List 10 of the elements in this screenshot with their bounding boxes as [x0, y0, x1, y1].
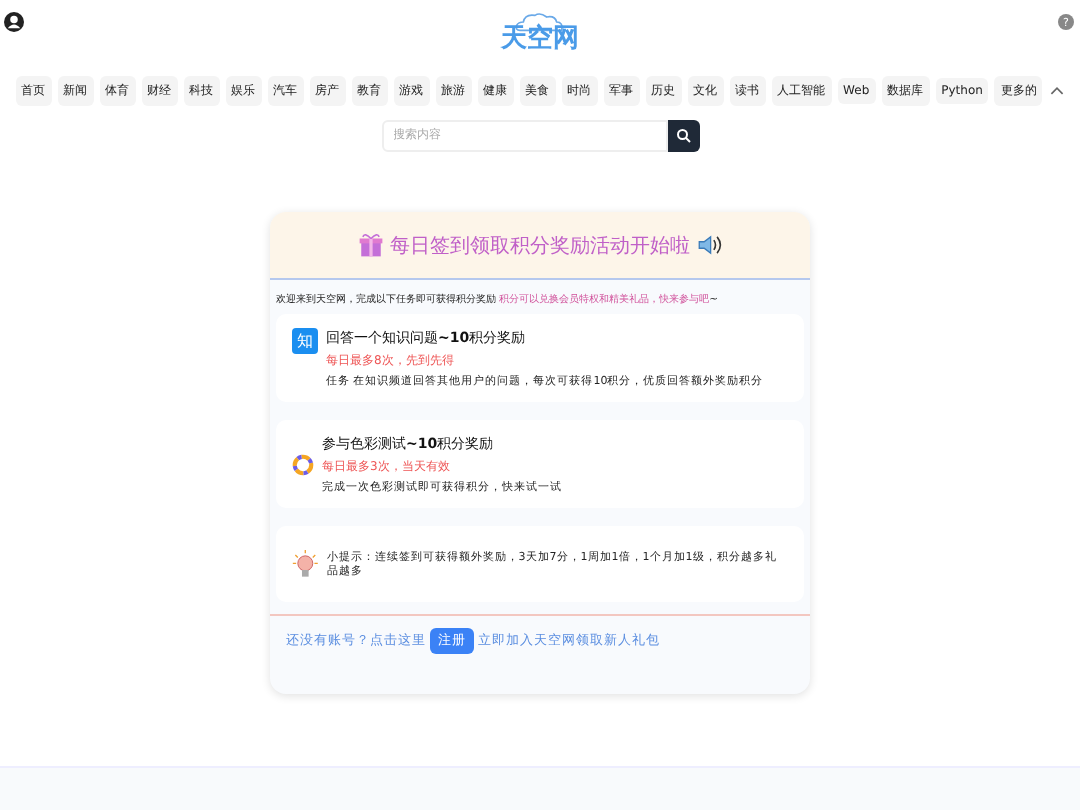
gift-icon — [358, 232, 384, 258]
card-title: 每日签到领取积分奖励活动开始啦 — [390, 233, 690, 259]
color-wheel-icon — [292, 453, 314, 475]
speaker-icon[interactable] — [696, 232, 722, 258]
user-avatar-icon[interactable] — [4, 12, 24, 32]
lightbulb-icon — [292, 547, 319, 581]
zhi-icon: 知 — [292, 328, 318, 354]
search-icon — [675, 128, 691, 144]
search-button[interactable] — [667, 120, 699, 152]
collapse-caret-icon[interactable] — [1050, 86, 1065, 96]
